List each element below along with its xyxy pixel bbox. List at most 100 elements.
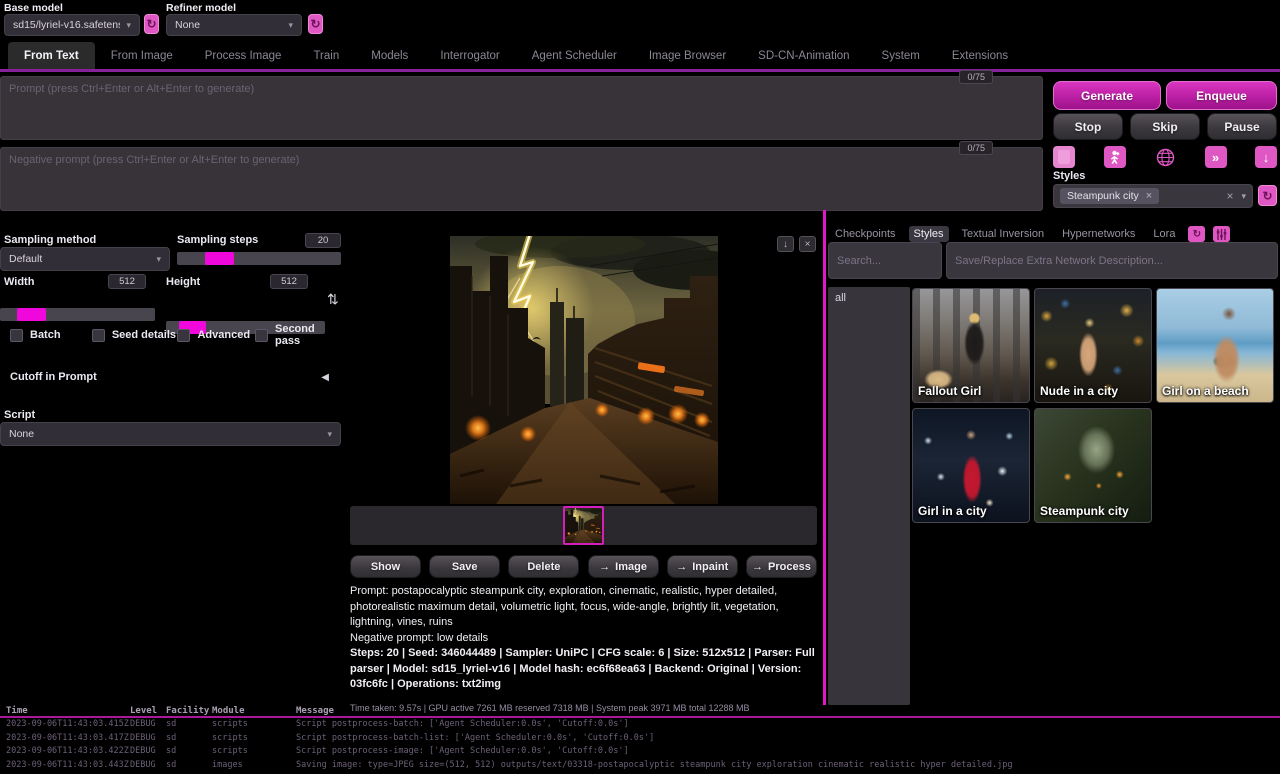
log-module: scripts [212, 745, 296, 759]
tab-system[interactable]: System [866, 42, 936, 70]
cutoff-accordion[interactable]: Cutoff in Prompt ◀ [0, 366, 341, 388]
style-card-steampunk-city[interactable]: Steampunk city [1034, 408, 1152, 523]
apply-style-button[interactable] [1053, 146, 1075, 168]
prompt-container: 0/75 [0, 76, 1043, 140]
download-icon: ↓ [1263, 150, 1270, 165]
sampling-steps-slider[interactable] [177, 252, 341, 265]
tab-checkpoints[interactable]: Checkpoints [830, 226, 901, 242]
person-icon [1108, 150, 1121, 164]
slider-handle[interactable] [205, 252, 235, 265]
width-label: Width [4, 276, 34, 288]
script-label: Script [4, 409, 35, 421]
tab-sd-cn-animation[interactable]: SD-CN-Animation [742, 42, 865, 70]
batch-checkbox[interactable]: Batch [10, 323, 92, 347]
log-panel: Time Level Facility Module Message 2023-… [0, 706, 1280, 772]
delete-button[interactable]: Delete [508, 555, 579, 578]
style-card-girl-on-a-beach[interactable]: Girl on a beach [1156, 288, 1274, 403]
extra-networks-search-input[interactable] [828, 242, 942, 279]
chevron-down-icon: ▾ [156, 254, 161, 265]
width-value[interactable]: 512 [108, 274, 146, 289]
image-label: Image [615, 561, 647, 573]
tab-from-image[interactable]: From Image [95, 42, 189, 70]
thumbnail-selected[interactable] [563, 506, 604, 545]
log-time: 2023-09-06T11:43:03.422Z [6, 745, 130, 759]
second-pass-checkbox[interactable]: Second pass [255, 323, 340, 347]
tab-textual-inversion[interactable]: Textual Inversion [957, 226, 1050, 242]
base-model-select[interactable]: sd15/lyriel-v16.safetensors ▾ [4, 14, 140, 36]
style-card-fallout-girl[interactable]: Fallout Girl [912, 288, 1030, 403]
seed-details-checkbox[interactable]: Seed details [92, 323, 178, 347]
refiner-model-refresh-button[interactable]: ↻ [308, 14, 323, 34]
log-facility: sd [166, 745, 212, 759]
tab-agent-scheduler[interactable]: Agent Scheduler [516, 42, 633, 70]
log-module: scripts [212, 732, 296, 746]
chevron-down-icon[interactable]: ▾ [1241, 191, 1246, 202]
log-level: DEBUG [130, 718, 166, 732]
extra-networks-settings-button[interactable] [1213, 226, 1230, 242]
extra-networks-refresh-button[interactable]: ↻ [1188, 226, 1205, 242]
tab-image-browser[interactable]: Image Browser [633, 42, 742, 70]
generated-image[interactable] [450, 236, 718, 504]
tab-extensions[interactable]: Extensions [936, 42, 1024, 70]
sampling-method-value: Default [9, 253, 42, 265]
download-quick-button[interactable]: ↓ [1255, 146, 1277, 168]
tab-lora[interactable]: Lora [1148, 226, 1180, 242]
log-row: 2023-09-06T11:43:03.415Z DEBUG sd script… [0, 718, 1280, 732]
cutoff-accordion-label: Cutoff in Prompt [10, 371, 97, 383]
tab-from-text[interactable]: From Text [8, 42, 95, 70]
panel-divider[interactable] [823, 210, 826, 705]
negative-prompt-input[interactable] [0, 147, 1043, 211]
image-close-button[interactable]: × [799, 236, 816, 252]
enqueue-button[interactable]: Enqueue [1166, 81, 1277, 110]
log-header-row: Time Level Facility Module Message [0, 706, 1280, 716]
send-to-process-button[interactable]: →Process [746, 555, 817, 578]
skip-button[interactable]: Skip [1130, 113, 1200, 140]
close-icon[interactable]: × [1146, 190, 1152, 202]
network-button[interactable] [1154, 146, 1176, 168]
clear-styles-icon[interactable]: × [1226, 189, 1233, 203]
sampling-steps-value[interactable]: 20 [305, 233, 341, 248]
pause-button[interactable]: Pause [1207, 113, 1277, 140]
folder-item-all[interactable]: all [828, 287, 910, 309]
style-card-girl-in-a-city[interactable]: Girl in a city [912, 408, 1030, 523]
tab-models[interactable]: Models [355, 42, 424, 70]
tab-train[interactable]: Train [297, 42, 355, 70]
tab-styles[interactable]: Styles [909, 226, 949, 242]
image-download-button[interactable]: ↓ [777, 236, 794, 252]
tab-hypernetworks[interactable]: Hypernetworks [1057, 226, 1140, 242]
styles-dropdown[interactable]: Steampunk city × × ▾ [1053, 184, 1253, 208]
restore-faces-button[interactable] [1104, 146, 1126, 168]
base-model-refresh-button[interactable]: ↻ [144, 14, 159, 34]
styles-refresh-button[interactable]: ↻ [1258, 185, 1277, 206]
script-value: None [9, 428, 34, 440]
accordion-collapsed-icon: ◀ [321, 372, 329, 383]
card-label: Nude in a city [1040, 384, 1118, 398]
extra-networks-tabbar: Checkpoints Styles Textual Inversion Hyp… [830, 224, 1280, 244]
style-chip[interactable]: Steampunk city × [1060, 188, 1159, 204]
tab-interrogator[interactable]: Interrogator [424, 42, 515, 70]
save-button[interactable]: Save [429, 555, 500, 578]
send-to-inpaint-button[interactable]: →Inpaint [667, 555, 738, 578]
height-value[interactable]: 512 [270, 274, 308, 289]
script-select[interactable]: None ▾ [0, 422, 341, 446]
sampling-method-select[interactable]: Default ▾ [0, 247, 170, 271]
swap-icon: ⇅ [327, 291, 339, 307]
width-slider[interactable] [0, 308, 155, 321]
advanced-checkbox[interactable]: Advanced [177, 323, 255, 347]
refiner-model-select[interactable]: None ▾ [166, 14, 302, 36]
stop-button[interactable]: Stop [1053, 113, 1123, 140]
style-chip-label: Steampunk city [1067, 190, 1139, 202]
slider-handle[interactable] [17, 308, 46, 321]
extra-networks-description-input[interactable] [946, 242, 1278, 279]
delete-label: Delete [527, 561, 560, 573]
tab-process-image[interactable]: Process Image [189, 42, 298, 70]
show-button[interactable]: Show [350, 555, 421, 578]
generate-button[interactable]: Generate [1053, 81, 1161, 110]
send-to-image-button[interactable]: →Image [588, 555, 659, 578]
checkbox-icon [10, 329, 23, 342]
style-card-nude-in-a-city[interactable]: Nude in a city [1034, 288, 1152, 403]
swap-dimensions-button[interactable]: ⇅ [327, 291, 339, 308]
prompt-input[interactable] [0, 76, 1043, 140]
sliders-icon [1216, 229, 1227, 240]
fast-forward-button[interactable]: » [1205, 146, 1227, 168]
